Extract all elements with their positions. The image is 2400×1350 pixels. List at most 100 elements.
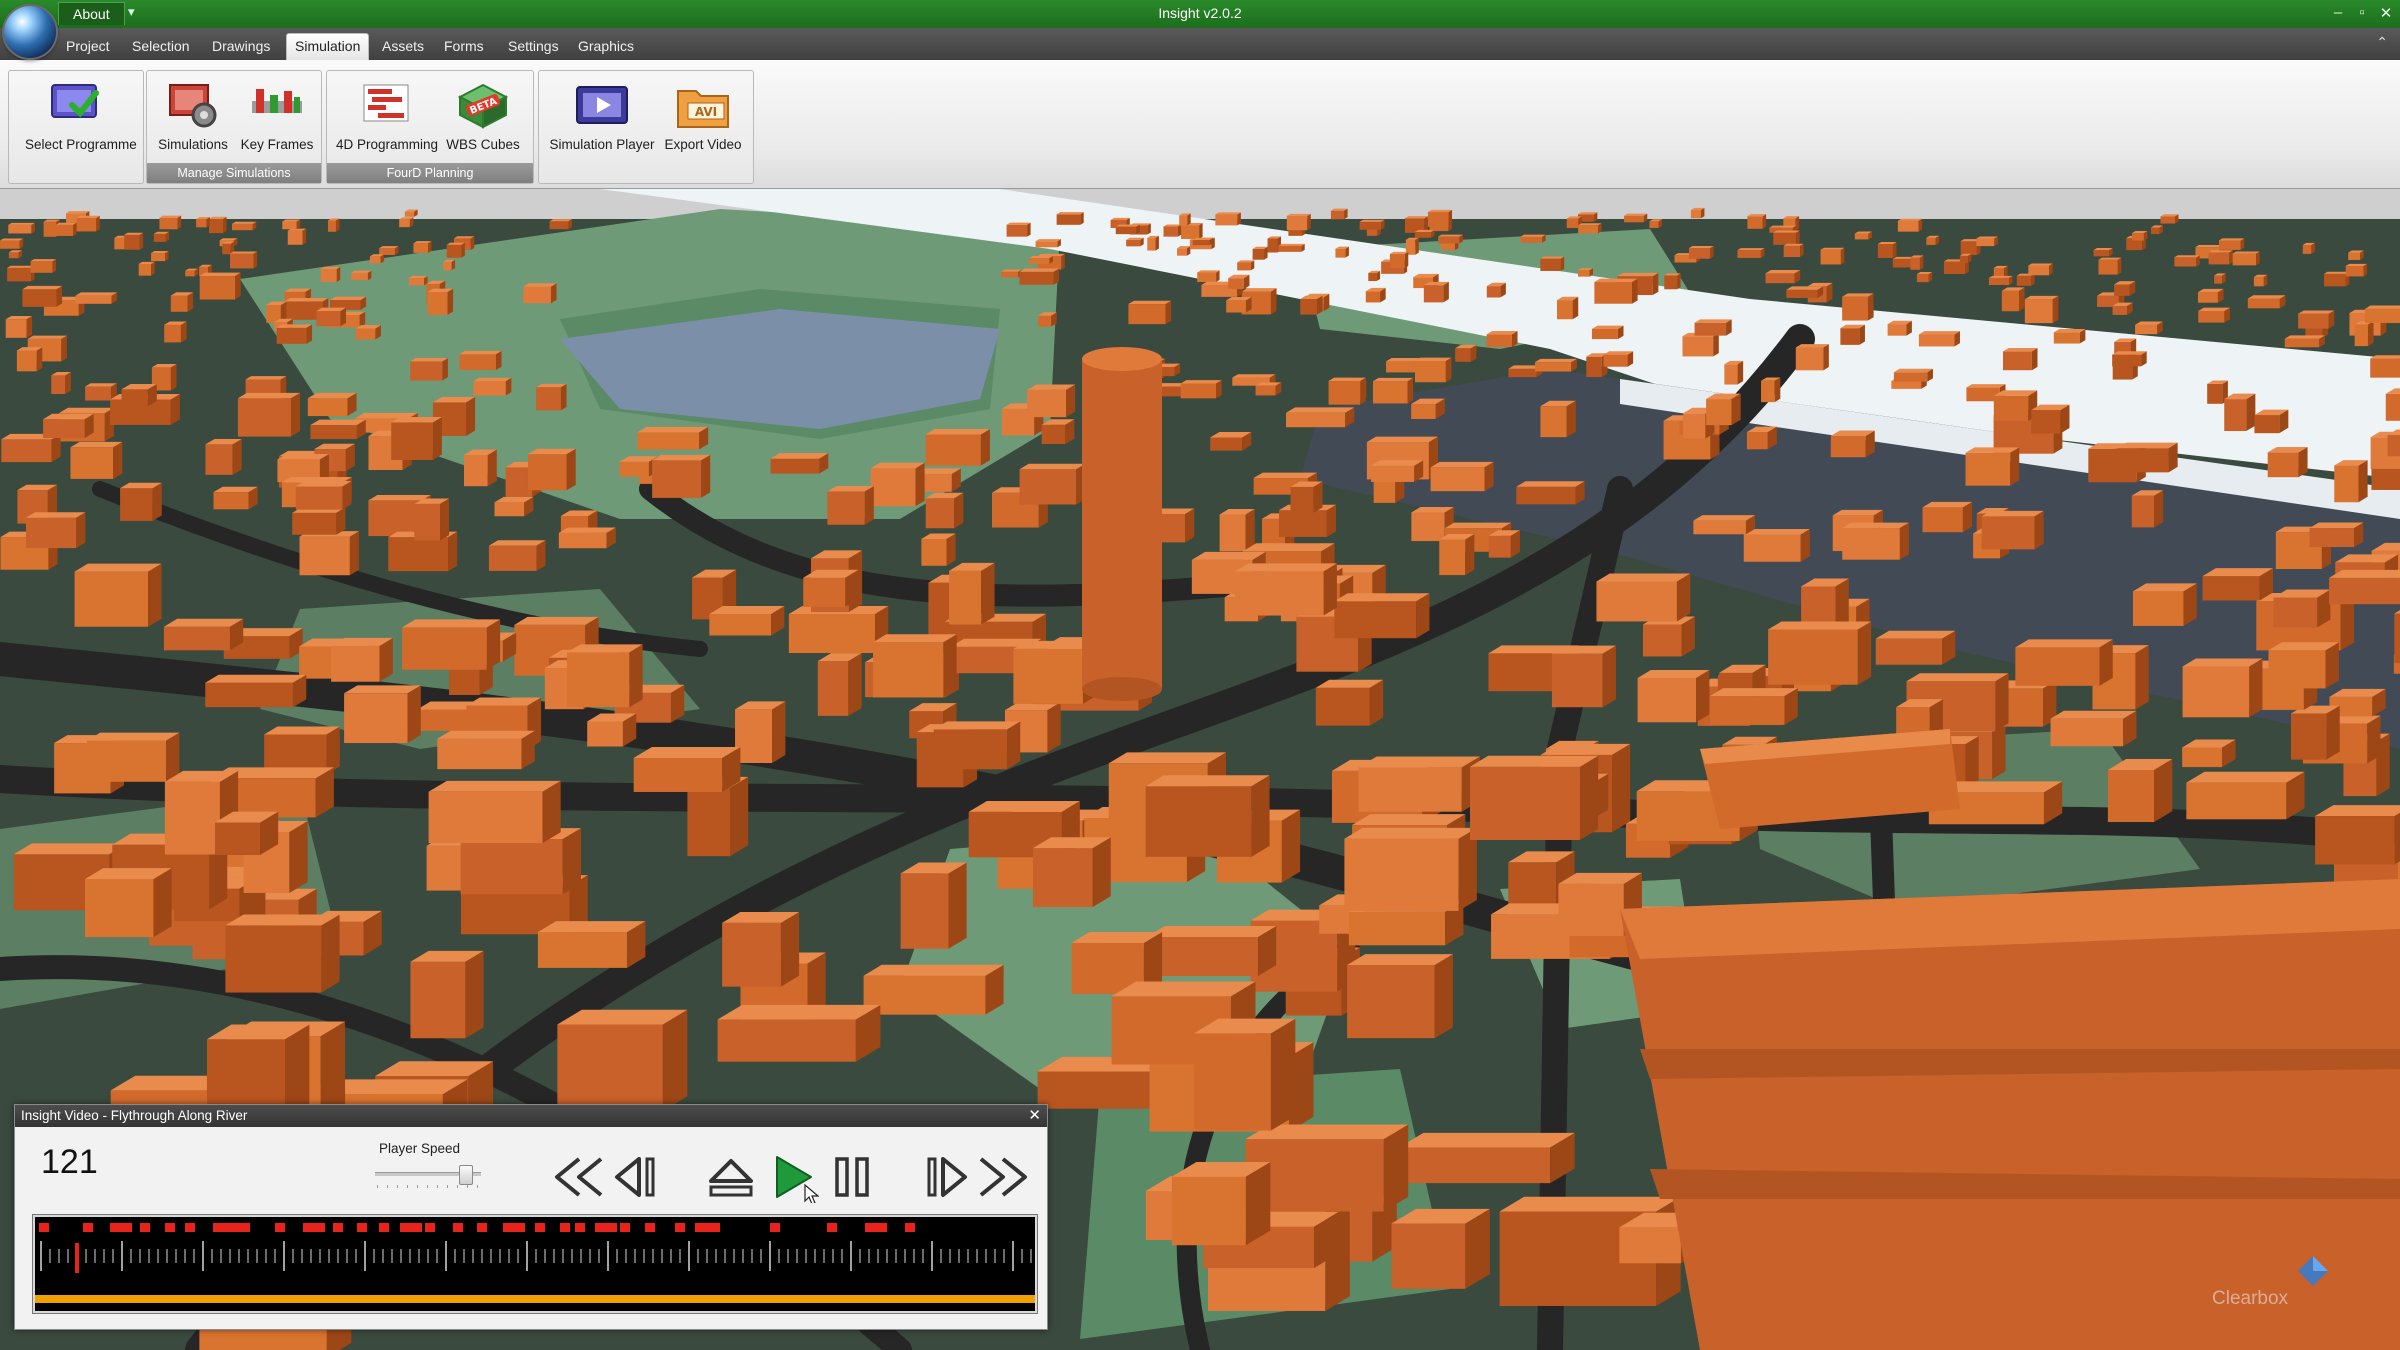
play-button[interactable] bbox=[767, 1151, 820, 1205]
video-player-panel: Insight Video - Flythrough Along River ✕… bbox=[14, 1104, 1048, 1330]
menu-drawings[interactable]: Drawings bbox=[204, 34, 278, 58]
ribbon-group-manage-simulations: Simulations Key Frames Manage Simulation… bbox=[146, 70, 322, 184]
avi-badge: AVI bbox=[695, 105, 717, 119]
keyframe-marker[interactable] bbox=[240, 1223, 250, 1232]
player-speed-slider[interactable] bbox=[367, 1165, 489, 1191]
restore-icon[interactable]: ▫ bbox=[2352, 4, 2372, 21]
keyframe-marker[interactable] bbox=[303, 1223, 325, 1232]
rewind-to-start-button[interactable] bbox=[549, 1151, 607, 1203]
eject-button[interactable] bbox=[705, 1151, 757, 1203]
keyframe-marker[interactable] bbox=[400, 1223, 422, 1232]
menu-settings[interactable]: Settings bbox=[500, 34, 567, 58]
keyframe-markers bbox=[39, 1223, 915, 1232]
step-back-button[interactable] bbox=[609, 1151, 661, 1203]
keyframe-marker[interactable] bbox=[675, 1223, 685, 1232]
keyframe-marker[interactable] bbox=[477, 1223, 487, 1232]
menu-graphics[interactable]: Graphics bbox=[570, 34, 642, 58]
select-programme-label: Select Programme bbox=[25, 137, 137, 152]
keyframe-marker[interactable] bbox=[710, 1223, 720, 1232]
timeline-playhead[interactable] bbox=[75, 1243, 79, 1273]
simulation-player-button[interactable]: Simulation Player bbox=[543, 81, 661, 159]
keyframe-marker[interactable] bbox=[275, 1223, 285, 1232]
timeline-scrubber[interactable] bbox=[33, 1215, 1037, 1313]
ribbon-group-fourd-planning: 4D Programming BETA WBS Cubes FourD Plan… bbox=[326, 70, 534, 184]
timeline-ticks bbox=[40, 1241, 1032, 1271]
key-frames-button[interactable]: Key Frames bbox=[231, 81, 323, 159]
keyframe-marker[interactable] bbox=[39, 1223, 49, 1232]
close-icon[interactable]: ✕ bbox=[2376, 4, 2396, 22]
minimize-icon[interactable]: – bbox=[2328, 4, 2348, 21]
select-programme-button[interactable]: Select Programme bbox=[25, 81, 137, 159]
fourd-planning-label: FourD Planning bbox=[327, 163, 533, 183]
keyframe-marker[interactable] bbox=[620, 1223, 630, 1232]
chevron-up-icon[interactable]: ⌃ bbox=[2376, 34, 2388, 51]
menu-forms[interactable]: Forms bbox=[436, 34, 492, 58]
speed-slider-thumb[interactable] bbox=[459, 1165, 473, 1185]
menu-simulation[interactable]: Simulation bbox=[286, 33, 370, 61]
fast-forward-icon bbox=[979, 1157, 1027, 1197]
keyframe-marker[interactable] bbox=[865, 1223, 887, 1232]
wbs-cubes-icon: BETA bbox=[454, 81, 512, 131]
player-speed-label: Player Speed bbox=[379, 1141, 461, 1156]
clearbox-logo-icon bbox=[2298, 1256, 2328, 1286]
simulations-label: Simulations bbox=[158, 137, 228, 152]
keyframe-marker[interactable] bbox=[905, 1223, 915, 1232]
keyframe-marker[interactable] bbox=[110, 1223, 132, 1232]
keyframe-marker[interactable] bbox=[827, 1223, 837, 1232]
menu-selection[interactable]: Selection bbox=[124, 34, 198, 58]
menu-project[interactable]: Project bbox=[58, 34, 118, 58]
export-video-label: Export Video bbox=[664, 137, 742, 152]
step-back-icon bbox=[615, 1157, 655, 1197]
key-frames-icon bbox=[248, 81, 306, 131]
menu-assets[interactable]: Assets bbox=[374, 34, 432, 58]
pause-icon bbox=[835, 1157, 869, 1197]
4d-programming-icon bbox=[358, 81, 416, 131]
fast-forward-button[interactable] bbox=[975, 1151, 1033, 1203]
pause-button[interactable] bbox=[827, 1151, 879, 1203]
wbs-cubes-button[interactable]: BETA WBS Cubes bbox=[437, 81, 529, 159]
keyframe-marker[interactable] bbox=[560, 1223, 570, 1232]
app-orb-button[interactable] bbox=[4, 6, 56, 58]
step-forward-icon bbox=[927, 1157, 967, 1197]
player-title: Insight Video - Flythrough Along River bbox=[15, 1105, 1047, 1127]
simulation-player-label: Simulation Player bbox=[549, 137, 655, 152]
export-video-icon: AVI bbox=[674, 81, 732, 131]
mouse-cursor-icon bbox=[804, 1183, 820, 1205]
close-icon[interactable]: ✕ bbox=[1028, 1105, 1041, 1127]
ribbon-group-player: Simulation Player AVI Export Video bbox=[538, 70, 754, 184]
step-forward-button[interactable] bbox=[921, 1151, 973, 1203]
keyframe-marker[interactable] bbox=[770, 1223, 780, 1232]
keyframe-marker[interactable] bbox=[645, 1223, 655, 1232]
keyframe-marker[interactable] bbox=[333, 1223, 343, 1232]
ribbon: Select Programme Simulations Key Frames … bbox=[0, 60, 2400, 189]
simulations-button[interactable]: Simulations bbox=[147, 81, 239, 159]
export-video-button[interactable]: AVI Export Video bbox=[657, 81, 749, 159]
app-title: Insight v2.0.2 bbox=[1158, 5, 1242, 21]
keyframe-marker[interactable] bbox=[575, 1223, 585, 1232]
eject-icon bbox=[709, 1159, 753, 1197]
wbs-cubes-label: WBS Cubes bbox=[446, 137, 520, 152]
keyframe-marker[interactable] bbox=[231, 1223, 241, 1232]
menu-bar: Project Selection Drawings Simulation As… bbox=[0, 28, 2400, 61]
keyframe-marker[interactable] bbox=[425, 1223, 435, 1232]
manage-simulations-label: Manage Simulations bbox=[147, 163, 321, 183]
keyframe-marker[interactable] bbox=[379, 1223, 389, 1232]
speed-slider-ticks bbox=[377, 1185, 479, 1188]
keyframe-marker[interactable] bbox=[503, 1223, 525, 1232]
key-frames-label: Key Frames bbox=[240, 137, 314, 152]
keyframe-marker[interactable] bbox=[165, 1223, 175, 1232]
title-bar: About ▾ Insight v2.0.2 – ▫ ✕ bbox=[0, 0, 2400, 28]
keyframe-marker[interactable] bbox=[140, 1223, 150, 1232]
4d-programming-button[interactable]: 4D Programming bbox=[333, 81, 441, 159]
timeline-track bbox=[35, 1223, 1035, 1303]
keyframe-marker[interactable] bbox=[453, 1223, 463, 1232]
keyframe-marker[interactable] bbox=[357, 1223, 367, 1232]
simulations-icon bbox=[164, 81, 222, 131]
timeline-progress-bar bbox=[35, 1295, 1035, 1303]
keyframe-marker[interactable] bbox=[185, 1223, 195, 1232]
keyframe-marker[interactable] bbox=[535, 1223, 545, 1232]
rewind-to-start-icon bbox=[555, 1157, 603, 1197]
simulation-player-icon bbox=[573, 81, 631, 131]
keyframe-marker[interactable] bbox=[83, 1223, 93, 1232]
keyframe-marker[interactable] bbox=[595, 1223, 617, 1232]
